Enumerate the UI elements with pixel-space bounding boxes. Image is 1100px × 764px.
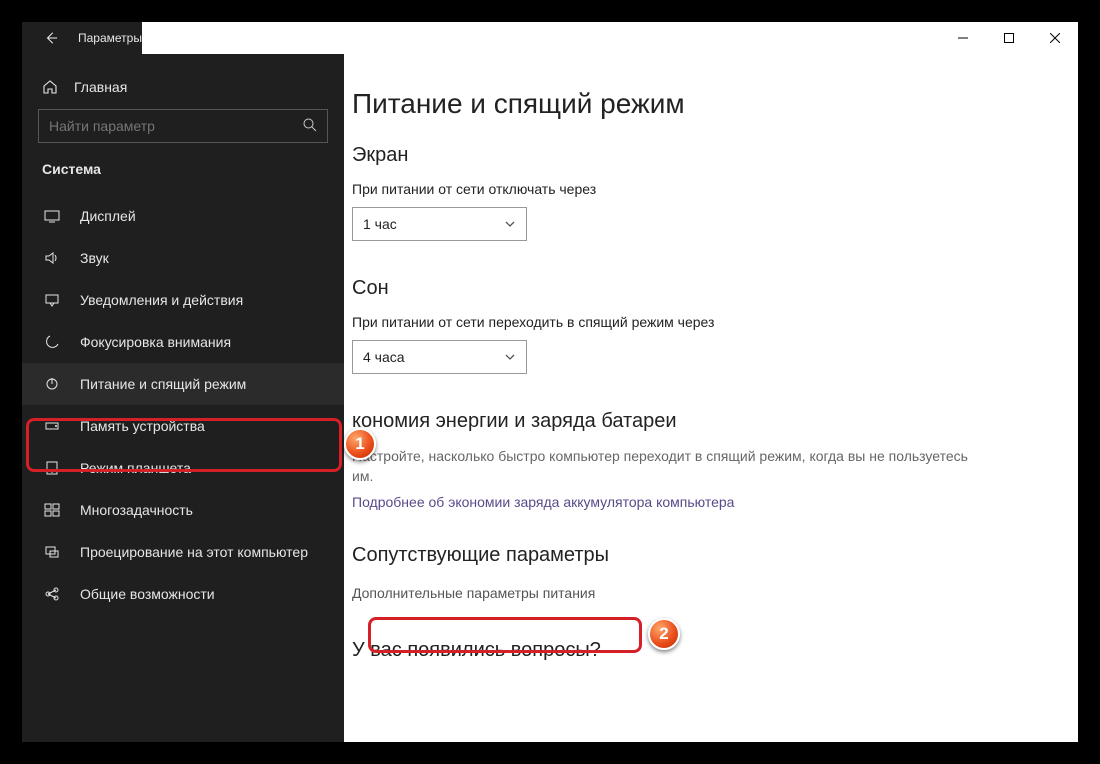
search-input[interactable] <box>38 109 328 143</box>
energy-learn-more-link[interactable]: Подробнее об экономии заряда аккумулятор… <box>352 494 1048 510</box>
sidebar-item-label: Питание и спящий режим <box>80 376 246 392</box>
sidebar-home-label: Главная <box>74 79 127 95</box>
screen-off-value: 1 час <box>363 216 397 232</box>
sidebar-item-label: Общие возможности <box>80 586 215 602</box>
power-icon <box>42 376 62 392</box>
back-icon[interactable] <box>42 29 60 47</box>
settings-window: Параметры Главная Система <box>22 22 1078 742</box>
questions-heading: У вас появились вопросы? <box>352 639 1048 662</box>
storage-icon <box>42 418 62 434</box>
main-content: Питание и спящий режим Экран При питании… <box>344 54 1078 742</box>
chevron-down-icon <box>504 351 516 363</box>
sidebar-item-label: Уведомления и действия <box>80 292 243 308</box>
display-icon <box>42 208 62 224</box>
sidebar-item-shared[interactable]: Общие возможности <box>22 573 344 615</box>
shared-icon <box>42 586 62 602</box>
sleep-value: 4 часа <box>363 349 405 365</box>
related-heading: Сопутствующие параметры <box>352 544 1048 567</box>
sleep-label: При питании от сети переходить в спящий … <box>352 314 1048 330</box>
close-button[interactable] <box>1032 22 1078 54</box>
sidebar-item-notifications[interactable]: Уведомления и действия <box>22 279 344 321</box>
sidebar-item-display[interactable]: Дисплей <box>22 195 344 237</box>
sidebar-item-label: Дисплей <box>80 208 136 224</box>
screen-heading: Экран <box>352 144 1048 167</box>
annotation-badge-1: 1 <box>344 428 376 460</box>
sound-icon <box>42 250 62 266</box>
sleep-select[interactable]: 4 часа <box>352 340 527 374</box>
search-icon <box>302 117 318 133</box>
sidebar-item-label: Режим планшета <box>80 460 191 476</box>
sidebar-item-label: Проецирование на этот компьютер <box>80 544 308 560</box>
minimize-button[interactable] <box>940 22 986 54</box>
sidebar-item-label: Звук <box>80 250 109 266</box>
sidebar-home[interactable]: Главная <box>22 69 344 109</box>
energy-heading: кономия энергии и заряда батареи <box>352 410 1048 433</box>
sidebar-item-label: Память устройства <box>80 418 205 434</box>
annotation-badge-2: 2 <box>648 618 680 650</box>
multitask-icon <box>42 502 62 518</box>
titlebar: Параметры <box>22 22 1078 54</box>
projecting-icon <box>42 544 62 560</box>
focus-icon <box>42 334 62 350</box>
sidebar-item-power[interactable]: Питание и спящий режим <box>22 363 344 405</box>
page-title: Питание и спящий режим <box>352 88 1048 120</box>
sidebar-item-storage[interactable]: Память устройства <box>22 405 344 447</box>
sidebar: Главная Система Дисплей Звук <box>22 54 344 742</box>
sidebar-item-focus[interactable]: Фокусировка внимания <box>22 321 344 363</box>
additional-power-settings-link[interactable]: Дополнительные параметры питания <box>352 581 1048 605</box>
home-icon <box>42 79 58 95</box>
window-title: Параметры <box>78 31 142 45</box>
sidebar-item-label: Многозадачность <box>80 502 193 518</box>
sidebar-item-label: Фокусировка внимания <box>80 334 231 350</box>
sidebar-category: Система <box>22 161 344 195</box>
notifications-icon <box>42 292 62 308</box>
maximize-button[interactable] <box>986 22 1032 54</box>
chevron-down-icon <box>504 218 516 230</box>
sidebar-item-multitask[interactable]: Многозадачность <box>22 489 344 531</box>
screen-off-select[interactable]: 1 час <box>352 207 527 241</box>
sidebar-item-tablet[interactable]: Режим планшета <box>22 447 344 489</box>
sleep-heading: Сон <box>352 277 1048 300</box>
tablet-icon <box>42 460 62 476</box>
screen-off-label: При питании от сети отключать через <box>352 181 1048 197</box>
energy-description: Настройте, насколько быстро компьютер пе… <box>352 447 972 486</box>
sidebar-item-sound[interactable]: Звук <box>22 237 344 279</box>
sidebar-item-projecting[interactable]: Проецирование на этот компьютер <box>22 531 344 573</box>
